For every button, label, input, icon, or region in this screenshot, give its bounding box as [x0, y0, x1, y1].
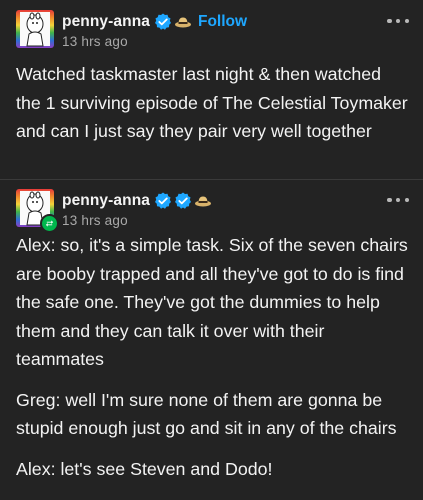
post-header: penny-anna 13 hrs ago — [62, 190, 423, 228]
avatar-image — [16, 10, 54, 48]
username[interactable]: penny-anna — [62, 13, 150, 31]
avatar[interactable] — [16, 10, 54, 48]
timestamp[interactable]: 13 hrs ago — [62, 213, 423, 228]
verified-badge-icon — [174, 192, 192, 210]
post-body: Alex: so, it's a simple task. Six of the… — [16, 231, 409, 495]
verified-badge-icon — [154, 13, 172, 31]
timestamp[interactable]: 13 hrs ago — [62, 34, 423, 49]
post-body: Watched taskmaster last night & then wat… — [16, 60, 409, 158]
post-1: penny-anna Follow 13 hrs ago Watched tas… — [0, 0, 423, 179]
more-options-icon[interactable] — [387, 18, 409, 24]
post-paragraph: Greg: well I'm sure none of them are gon… — [16, 389, 397, 439]
post-paragraph: Alex: so, it's a simple task. Six of the… — [16, 235, 408, 369]
more-options-icon[interactable] — [387, 197, 409, 203]
post-paragraph: Alex: let's see Steven and Dodo! — [16, 458, 273, 479]
username[interactable]: penny-anna — [62, 192, 150, 210]
hat-badge-icon — [194, 192, 212, 210]
post-paragraph: Watched taskmaster last night & then wat… — [16, 64, 408, 141]
post-header: penny-anna Follow 13 hrs ago — [62, 11, 423, 49]
name-row: penny-anna Follow — [62, 11, 423, 33]
hat-badge-icon — [174, 13, 192, 31]
avatar[interactable] — [16, 189, 59, 233]
verified-badge-icon — [154, 192, 172, 210]
post-2: penny-anna 13 hrs ago Alex: so, it's a s… — [0, 179, 423, 500]
follow-button[interactable]: Follow — [198, 13, 247, 31]
name-row: penny-anna — [62, 190, 423, 212]
